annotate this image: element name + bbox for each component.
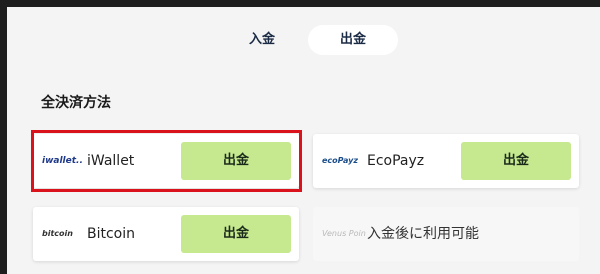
availability-note: 入金後に利用可能: [367, 226, 479, 242]
method-card-bitcoin: bitcoin Bitcoin 出金: [33, 207, 299, 261]
withdraw-button-ecopayz[interactable]: 出金: [461, 142, 571, 180]
withdraw-button-bitcoin[interactable]: 出金: [181, 215, 291, 253]
venuspoint-logo: Venus Point: [322, 229, 366, 238]
tab-withdraw[interactable]: 出金: [308, 25, 398, 55]
tab-deposit[interactable]: 入金: [222, 25, 302, 55]
section-title: 全決済方法: [41, 95, 111, 111]
method-name: EcoPayz: [367, 153, 425, 169]
tab-bar: 入金 出金: [222, 25, 398, 55]
method-name: Bitcoin: [87, 226, 136, 242]
ecopayz-logo: ecoPayz: [322, 156, 359, 165]
selection-highlight: [31, 130, 302, 192]
bitcoin-logo: bitcoin: [42, 229, 73, 238]
method-card-venuspoint: Venus Point 入金後に利用可能: [313, 207, 579, 261]
method-card-ecopayz: ecoPayz EcoPayz 出金: [313, 134, 579, 188]
